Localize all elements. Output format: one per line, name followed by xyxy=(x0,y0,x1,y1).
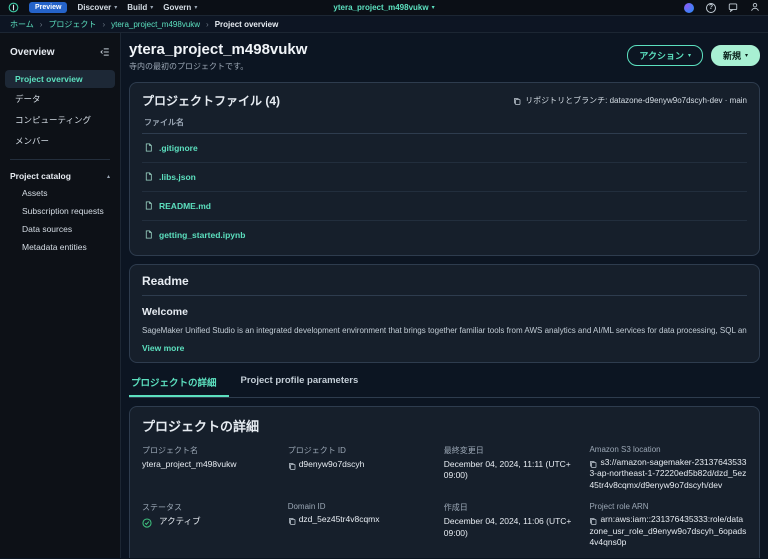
breadcrumb-projects[interactable]: プロジェクト xyxy=(48,19,96,30)
file-icon xyxy=(144,197,153,215)
file-row: README.md xyxy=(142,192,747,221)
file-icon xyxy=(144,139,153,157)
sidebar-header: Overview xyxy=(10,46,55,58)
chevron-down-icon: ▾ xyxy=(687,53,691,59)
menu-govern[interactable]: Govern ▾ xyxy=(163,3,197,12)
sidebar-item-metadata-entities[interactable]: Metadata entities xyxy=(0,238,120,256)
sidebar-item-assets[interactable]: Assets xyxy=(0,184,120,202)
readme-title: Readme xyxy=(142,274,747,296)
file-link[interactable]: README.md xyxy=(159,201,211,211)
breadcrumb-home[interactable]: ホーム xyxy=(10,19,34,30)
tab-bar: プロジェクトの詳細 Project profile parameters xyxy=(129,373,760,398)
top-nav: Preview Discover ▾ Build ▾ Govern ▾ ytera_p… xyxy=(0,0,768,16)
file-name-column-header: ファイル名 xyxy=(142,109,747,134)
collapse-panel-icon[interactable] xyxy=(100,43,110,61)
field-project-id: プロジェクト ID d9enyw9o7dscyh xyxy=(287,446,365,470)
field-s3-location: Amazon S3 location s3://amazon-sagemaker… xyxy=(589,445,747,490)
readme-body: SageMaker Unified Studio is an integrate… xyxy=(142,326,747,335)
breadcrumb-separator: › xyxy=(102,19,106,29)
chevron-up-icon: ▴ xyxy=(106,173,110,180)
check-circle-icon xyxy=(142,516,155,528)
preview-badge: Preview xyxy=(29,2,68,13)
readme-card: Readme Welcome SageMaker Unified Studio … xyxy=(129,264,760,363)
project-details-title: プロジェクトの詳細 xyxy=(142,419,260,434)
project-selector[interactable]: ytera_project_m498vukw ▾ xyxy=(333,3,434,12)
field-status: ステータス アクティブ xyxy=(142,503,201,528)
tab-project-profile-parameters[interactable]: Project profile parameters xyxy=(229,373,371,397)
feedback-icon[interactable] xyxy=(728,0,738,17)
view-more-link[interactable]: View more xyxy=(142,343,747,353)
file-row: .libs.json xyxy=(142,163,747,192)
file-link[interactable]: getting_started.ipynb xyxy=(159,230,245,240)
field-project-role-arn: Project role ARN arn:aws:iam::2313764353… xyxy=(589,502,747,548)
status-badge: アクティブ xyxy=(159,516,201,527)
main-content: ytera_project_m498vukw 寺内の最初のプロジェクトです。 ア… xyxy=(121,33,768,558)
copy-icon[interactable] xyxy=(513,96,521,105)
file-row: getting_started.ipynb xyxy=(142,221,747,246)
sidebar-item-members[interactable]: メンバー xyxy=(5,131,115,151)
help-icon[interactable]: ? xyxy=(706,2,716,13)
app-logo-icon[interactable] xyxy=(8,2,19,13)
breadcrumb-project-name[interactable]: ytera_project_m498vukw xyxy=(111,20,200,29)
breadcrumb-current: Project overview xyxy=(214,19,279,29)
copy-icon[interactable] xyxy=(288,459,299,470)
menu-build[interactable]: Build ▾ xyxy=(127,3,153,12)
sidebar-item-project-overview[interactable]: Project overview xyxy=(5,70,115,88)
file-icon xyxy=(144,226,153,244)
file-link[interactable]: .libs.json xyxy=(159,172,196,182)
field-last-modified: 最終変更日 December 04, 2024, 11:11 (UTC+09:0… xyxy=(443,446,571,481)
chevron-down-icon: ▾ xyxy=(194,5,198,11)
file-row: .gitignore xyxy=(142,134,747,163)
tab-project-details[interactable]: プロジェクトの詳細 xyxy=(129,373,229,397)
field-domain-id: Domain ID dzd_5ez45tr4v8cqmx xyxy=(287,502,380,526)
page-title: ytera_project_m498vukw xyxy=(129,41,308,58)
chevron-down-icon: ▾ xyxy=(150,5,154,11)
sidebar-item-data[interactable]: データ xyxy=(5,89,115,109)
page-subtitle: 寺内の最初のプロジェクトです。 xyxy=(129,62,249,71)
breadcrumb: ホーム › プロジェクト › ytera_project_m498vukw › … xyxy=(0,16,768,33)
chevron-down-icon: ▾ xyxy=(114,5,118,11)
sidebar-group-project-catalog[interactable]: Project catalog ▴ xyxy=(0,168,120,184)
file-icon xyxy=(144,168,153,186)
file-link[interactable]: .gitignore xyxy=(159,143,198,153)
amazon-q-icon[interactable] xyxy=(684,2,694,13)
copy-icon[interactable] xyxy=(589,457,600,468)
field-created-date: 作成日 December 04, 2024, 11:06 (UTC+09:00) xyxy=(443,503,572,538)
field-project-name: プロジェクト名 ytera_project_m498vukw xyxy=(142,446,237,469)
repo-branch-label: リポジトリとブランチ: datazone-d9enyw9o7dscyh-dev … xyxy=(525,96,747,105)
project-details-card: プロジェクトの詳細 プロジェクト名 ytera_project_m498vukw… xyxy=(129,406,760,558)
user-icon[interactable] xyxy=(750,0,760,17)
readme-heading: Welcome xyxy=(142,306,188,318)
sidebar-item-data-sources[interactable]: Data sources xyxy=(0,220,120,238)
copy-icon[interactable] xyxy=(589,514,600,526)
sidebar-divider xyxy=(10,159,110,160)
chevron-down-icon: ▾ xyxy=(744,53,748,59)
sidebar-item-computing[interactable]: コンピューティング xyxy=(5,110,115,130)
sidebar-item-subscription-requests[interactable]: Subscription requests xyxy=(0,202,120,220)
new-button[interactable]: 新規 ▾ xyxy=(710,45,760,66)
sidebar: Overview Project overview データ コンピューティング … xyxy=(0,33,121,558)
chevron-down-icon: ▾ xyxy=(431,5,435,11)
menu-discover[interactable]: Discover ▾ xyxy=(77,3,117,12)
copy-icon[interactable] xyxy=(288,514,299,526)
breadcrumb-separator: › xyxy=(206,19,209,29)
project-files-title: プロジェクトファイル (4) xyxy=(142,94,281,108)
actions-button[interactable]: アクション ▾ xyxy=(627,45,703,66)
project-files-card: プロジェクトファイル (4) リポジトリとブランチ: datazone-d9en… xyxy=(129,82,760,256)
breadcrumb-separator: › xyxy=(39,19,43,29)
